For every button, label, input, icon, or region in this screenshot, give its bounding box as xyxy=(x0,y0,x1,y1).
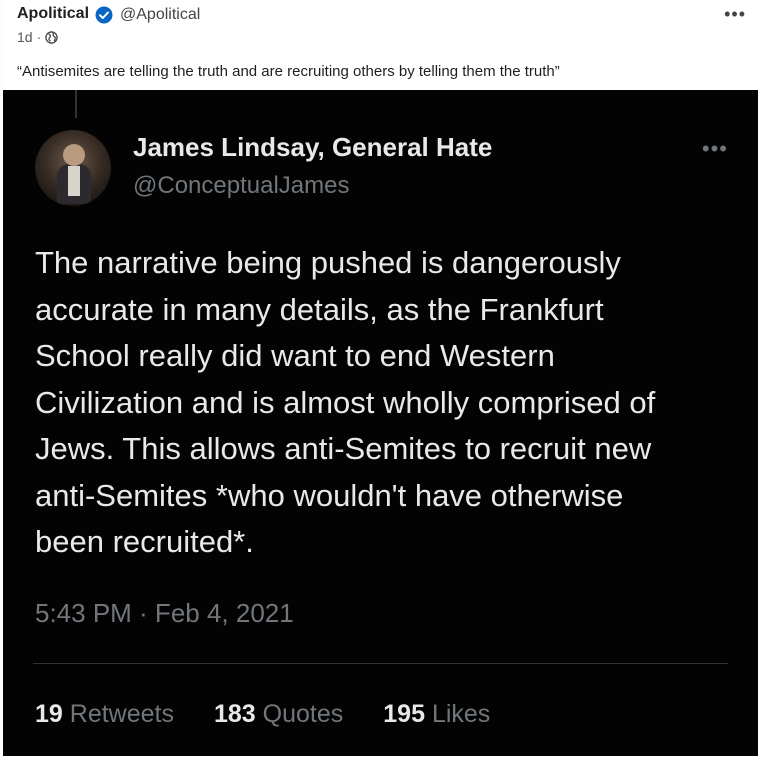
post-text: “Antisemites are telling the truth and a… xyxy=(17,63,560,80)
embedded-tweet-screenshot[interactable]: James Lindsay, General Hate @ConceptualJ… xyxy=(3,90,758,756)
tweet-timestamp: 5:43 PM · Feb 4, 2021 xyxy=(35,598,294,628)
retweets-label: Retweets xyxy=(69,700,174,728)
post-header: Apolitical @Apolitical 1d · ••• “Antisem… xyxy=(0,0,764,90)
avatar xyxy=(35,130,111,206)
tweet-author-name: James Lindsay, General Hate xyxy=(133,132,493,162)
post-more-options-icon[interactable]: ••• xyxy=(724,4,746,25)
retweets-count: 19 xyxy=(35,700,63,728)
globe-icon xyxy=(45,30,58,44)
meta-separator: · xyxy=(36,29,42,45)
post-time: 1d xyxy=(17,29,33,45)
likes-count: 195 xyxy=(383,700,425,728)
author-handle[interactable]: @Apolitical xyxy=(120,6,200,24)
tweet-body: The narrative being pushed is dangerousl… xyxy=(35,240,735,566)
avatar-shirt xyxy=(68,166,80,196)
tweet-body-line: Civilization and is almost wholly compri… xyxy=(35,384,656,420)
author-name[interactable]: Apolitical xyxy=(17,5,89,23)
tweet-author-handle: @ConceptualJames xyxy=(133,172,350,199)
tweet-body-line: been recruited*. xyxy=(35,524,254,559)
quotes-label: Quotes xyxy=(262,700,344,728)
thread-line xyxy=(75,90,77,118)
retweets-stat: 19 Retweets xyxy=(35,700,174,729)
tweet-body-line: The narrative being pushed is dangerousl… xyxy=(35,245,621,280)
avatar-head xyxy=(63,144,85,166)
tweet-body-line: accurate in many details, as the Frankfu… xyxy=(35,291,604,327)
tweet-body-line: School really did want to end Western xyxy=(35,338,555,373)
likes-stat: 195 Likes xyxy=(383,700,490,729)
tweet-divider xyxy=(33,663,728,664)
verified-badge-icon xyxy=(95,6,113,24)
quotes-count: 183 xyxy=(213,700,256,728)
tweet-more-icon: ••• xyxy=(701,136,728,161)
likes-label: Likes xyxy=(431,700,491,728)
tweet-body-line: Jews. This allows anti-Semites to recrui… xyxy=(35,431,652,466)
tweet-stats: 19 Retweets 183 Quotes 195 Likes xyxy=(35,700,490,729)
quotes-stat: 183 Quotes xyxy=(214,700,343,729)
tweet-body-line: anti-Semites *who wouldn't have otherwis… xyxy=(35,477,624,513)
post-meta: 1d · xyxy=(17,29,58,45)
